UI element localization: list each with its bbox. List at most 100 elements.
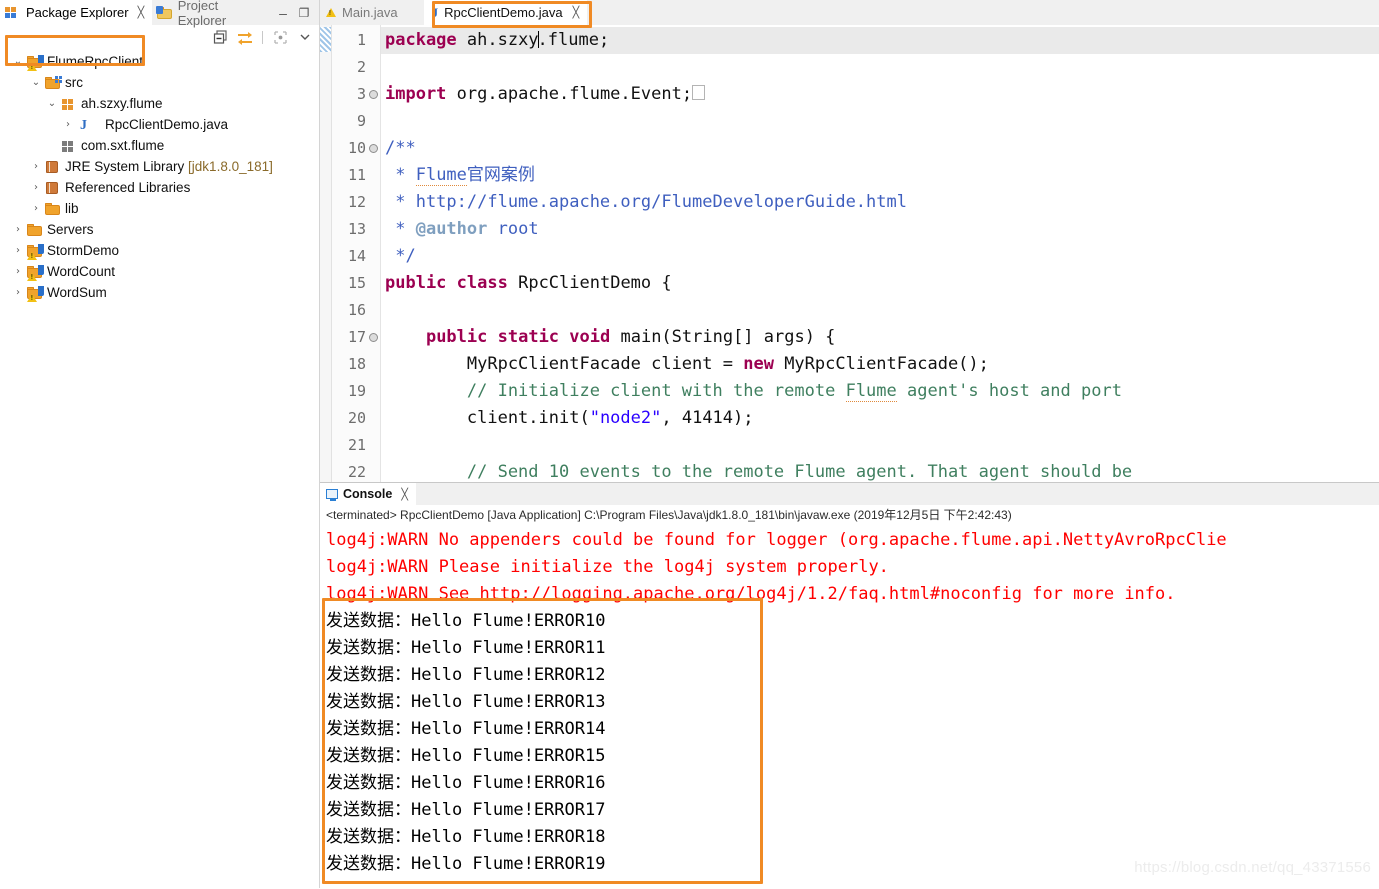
editor-folding-column[interactable] xyxy=(368,25,381,482)
code-editor[interactable]: 1 2 3 9 10 11 12 13 14 15 16 17 18 19 20… xyxy=(320,25,1379,482)
toolbar-separator xyxy=(262,30,263,44)
expand-arrow-down-icon[interactable]: ⌄ xyxy=(10,56,26,67)
tree-item-wordcount[interactable]: › WordCount xyxy=(0,261,319,282)
folder-icon xyxy=(26,222,44,238)
project-tree[interactable]: ⌄ FlumeRpcClient ⌄ src ⌄ ah.szx xyxy=(0,49,319,303)
console-status-line: <terminated> RpcClientDemo [Java Applica… xyxy=(320,505,1379,525)
fold-cell xyxy=(368,432,380,459)
focus-on-active-task-icon[interactable] xyxy=(272,29,289,46)
code-line[interactable]: package ah.szxy.flume; xyxy=(381,27,1379,54)
expand-arrow-right-icon[interactable]: › xyxy=(28,161,44,172)
empty-package-icon xyxy=(60,138,78,154)
fold-toggle-icon[interactable] xyxy=(368,81,380,108)
tree-item-label: WordSum xyxy=(47,285,107,300)
tree-item-rpcclientdemo-java[interactable]: › J RpcClientDemo.java xyxy=(0,114,319,135)
expand-arrow-right-icon[interactable]: › xyxy=(10,224,26,235)
close-icon[interactable]: ╳ xyxy=(573,6,580,19)
line-number: 9 xyxy=(356,112,366,130)
java-file-icon: J xyxy=(431,4,439,20)
expand-arrow-down-icon[interactable]: ⌄ xyxy=(28,77,44,88)
code-line[interactable]: * @author root xyxy=(381,216,1379,243)
code-line[interactable]: MyRpcClientFacade client = new MyRpcClie… xyxy=(381,351,1379,378)
tree-item-referenced-libraries[interactable]: › Referenced Libraries xyxy=(0,177,319,198)
tree-item-jre-system-library[interactable]: › JRE System Library [jdk1.8.0_181] xyxy=(0,156,319,177)
expand-arrow-down-icon[interactable]: ⌄ xyxy=(44,98,60,109)
line-number: 16 xyxy=(347,301,366,319)
line-number: 14 xyxy=(347,247,366,265)
code-line[interactable]: public class RpcClientDemo { xyxy=(381,270,1379,297)
code-line[interactable]: * Flume官网案例 xyxy=(381,162,1379,189)
collapse-all-icon[interactable] xyxy=(212,29,229,46)
project-explorer-icon xyxy=(155,5,172,21)
code-line[interactable]: * http://flume.apache.org/FlumeDeveloper… xyxy=(381,189,1379,216)
expand-arrow-right-icon[interactable]: › xyxy=(10,287,26,298)
link-with-editor-icon[interactable] xyxy=(236,29,253,46)
line-number: 18 xyxy=(347,355,366,373)
fold-cell xyxy=(368,243,380,270)
code-line[interactable]: // Send 10 events to the remote Flume ag… xyxy=(381,459,1379,482)
console-line: 发送数据：Hello Flume!ERROR16 xyxy=(326,773,606,793)
tree-item-servers[interactable]: › Servers xyxy=(0,219,319,240)
line-number: 17 xyxy=(347,328,366,346)
tab-console[interactable]: Console ╳ xyxy=(320,483,416,505)
tree-item-com-sxt-flume[interactable]: \u00a0 com.sxt.flume xyxy=(0,135,319,156)
tree-item-label: lib xyxy=(65,201,79,216)
fold-toggle-icon[interactable] xyxy=(368,324,380,351)
fold-cell xyxy=(368,378,380,405)
tab-main-java-label: Main.java xyxy=(342,5,398,20)
expand-arrow-right-icon[interactable]: › xyxy=(28,203,44,214)
left-view-tabbar: Package Explorer ╳ Project Explorer – ❐ xyxy=(0,0,319,28)
editor-marker-bar[interactable] xyxy=(320,25,332,482)
maximize-icon[interactable]: ❐ xyxy=(296,6,312,20)
fold-cell xyxy=(368,405,380,432)
tab-package-explorer[interactable]: Package Explorer ╳ xyxy=(0,0,152,25)
console-output[interactable]: log4j:WARN No appenders could be found f… xyxy=(320,525,1379,889)
fold-cell xyxy=(368,270,380,297)
code-line[interactable]: // Initialize client with the remote Flu… xyxy=(381,378,1379,405)
view-menu-icon[interactable] xyxy=(296,29,313,46)
code-line[interactable]: public static void main(String[] args) { xyxy=(381,324,1379,351)
library-icon xyxy=(44,180,62,196)
java-project-warning-icon xyxy=(26,264,44,281)
code-line[interactable] xyxy=(381,108,1379,135)
code-line[interactable] xyxy=(381,297,1379,324)
tab-rpcclientdemo-java[interactable]: J RpcClientDemo.java ╳ xyxy=(423,0,588,25)
close-icon[interactable]: ╳ xyxy=(401,488,408,501)
code-line[interactable]: */ xyxy=(381,243,1379,270)
minimize-icon[interactable]: – xyxy=(275,5,291,21)
tree-item-flumerpcclient[interactable]: ⌄ FlumeRpcClient xyxy=(0,51,319,72)
package-explorer-toolbar xyxy=(0,25,319,49)
close-icon[interactable]: ╳ xyxy=(138,6,145,19)
eclipse-ide-window: Package Explorer ╳ Project Explorer – ❐ xyxy=(0,0,1379,889)
expand-arrow-right-icon[interactable]: › xyxy=(10,245,26,256)
fold-toggle-icon[interactable] xyxy=(368,135,380,162)
tab-console-label: Console xyxy=(343,487,393,501)
tab-main-java[interactable]: Main.java xyxy=(320,0,406,25)
editor-code-area[interactable]: package ah.szxy.flume; import org.apache… xyxy=(381,25,1379,482)
no-arrow-spacer: \u00a0 xyxy=(44,141,60,151)
tree-item-ah-szxy-flume[interactable]: ⌄ ah.szxy.flume xyxy=(0,93,319,114)
expand-arrow-right-icon[interactable]: › xyxy=(28,182,44,193)
line-number: 19 xyxy=(347,382,366,400)
tree-item-stormdemo[interactable]: › StormDemo xyxy=(0,240,319,261)
folder-icon xyxy=(44,201,62,217)
tab-project-explorer-label: Project Explorer xyxy=(177,0,227,28)
tree-item-lib[interactable]: › lib xyxy=(0,198,319,219)
code-line[interactable] xyxy=(381,54,1379,81)
collapsed-imports-icon[interactable] xyxy=(692,85,706,100)
code-line[interactable] xyxy=(381,432,1379,459)
line-number: 10 xyxy=(347,139,366,157)
annotation-marker xyxy=(320,27,331,52)
console-line: 发送数据：Hello Flume!ERROR19 xyxy=(326,854,606,874)
tree-item-label: StormDemo xyxy=(47,243,120,258)
tree-item-src[interactable]: ⌄ src xyxy=(0,72,319,93)
code-line[interactable]: /** xyxy=(381,135,1379,162)
console-line: log4j:WARN See http://logging.apache.org… xyxy=(326,584,1176,604)
tree-item-wordsum[interactable]: › WordSum xyxy=(0,282,319,303)
code-line[interactable]: import org.apache.flume.Event; xyxy=(381,81,1379,108)
console-view: Console ╳ <terminated> RpcClientDemo [Ja… xyxy=(320,482,1379,889)
expand-arrow-right-icon[interactable]: › xyxy=(10,266,26,277)
code-line[interactable]: client.init("node2", 41414); xyxy=(381,405,1379,432)
expand-arrow-right-icon[interactable]: › xyxy=(60,119,76,130)
tab-project-explorer[interactable]: Project Explorer – ❐ xyxy=(151,0,319,28)
